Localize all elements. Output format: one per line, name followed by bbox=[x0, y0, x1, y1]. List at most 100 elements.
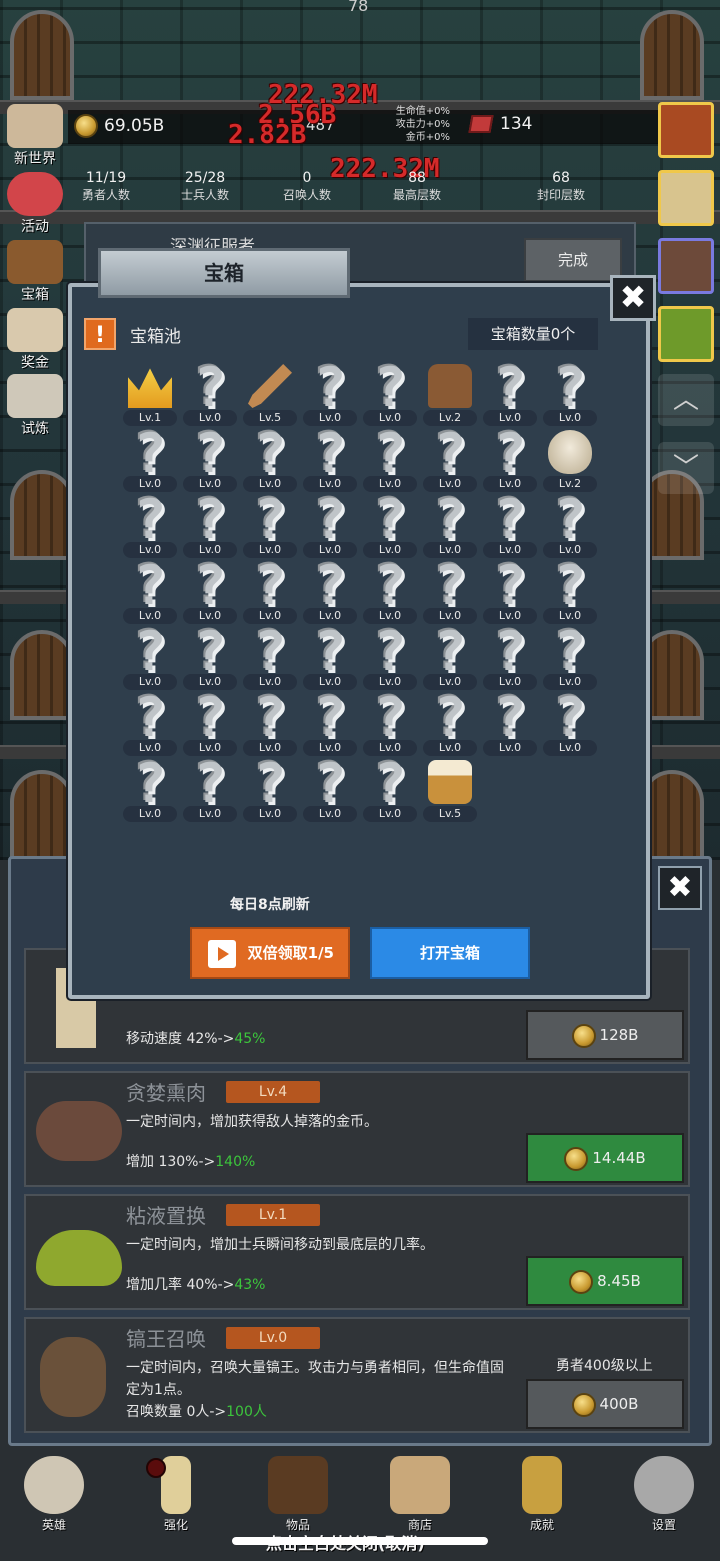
chest-item-unknown[interactable]: ? Lv.0 bbox=[240, 493, 300, 560]
side-menu-trial[interactable]: 试炼 bbox=[2, 374, 68, 438]
coin-icon bbox=[564, 1146, 589, 1171]
nav-achievements[interactable]: 成就 bbox=[502, 1456, 582, 1533]
chest-item-sword[interactable]: Lv.5 bbox=[240, 362, 300, 428]
chest-item-unknown[interactable]: ? Lv.0 bbox=[120, 559, 180, 626]
chest-item-unknown[interactable]: ? Lv.0 bbox=[300, 559, 360, 626]
chest-item-unknown[interactable]: ? Lv.0 bbox=[120, 686, 180, 758]
modal-close-button[interactable]: ✖ bbox=[610, 275, 656, 321]
beer-mug-icon bbox=[390, 1456, 450, 1514]
side-menu-bonus[interactable]: 奖金 bbox=[2, 308, 68, 372]
question-mark-icon: ? bbox=[133, 422, 167, 485]
chest-item-unknown[interactable]: ? Lv.0 bbox=[120, 757, 180, 824]
question-mark-icon: ? bbox=[133, 686, 167, 749]
chest-item-unknown[interactable]: ? Lv.0 bbox=[480, 427, 540, 494]
chest-item-unknown[interactable]: ? Lv.0 bbox=[300, 493, 360, 560]
damage-number: 2.82B bbox=[228, 120, 307, 150]
open-chest-button[interactable]: 打开宝箱 bbox=[370, 927, 530, 979]
chest-item-unknown[interactable]: ? Lv.0 bbox=[480, 691, 540, 758]
chest-item-crown[interactable]: Lv.1 bbox=[120, 362, 180, 428]
booster-meat-icon[interactable] bbox=[658, 238, 714, 294]
chest-item-unknown[interactable]: ? Lv.0 bbox=[480, 361, 540, 428]
chest-item-unknown[interactable]: ? Lv.0 bbox=[180, 361, 240, 428]
modal-title-tab: 宝箱 bbox=[98, 248, 350, 298]
item-level-label: Lv.0 bbox=[243, 806, 297, 822]
question-mark-icon: ? bbox=[373, 620, 407, 683]
dungeon-door bbox=[10, 10, 74, 100]
chest-item-unknown[interactable]: ? Lv.0 bbox=[120, 625, 180, 692]
booster-fruit-icon[interactable] bbox=[658, 102, 714, 158]
chest-item-unknown[interactable]: ? Lv.0 bbox=[420, 493, 480, 560]
upgrade-row: 镐王召唤 Lv.0 一定时间内，召唤大量镐王。攻击力与勇者相同，但生命值固定为1… bbox=[24, 1317, 690, 1433]
nav-heroes[interactable]: 英雄 bbox=[14, 1456, 94, 1533]
chest-item-unknown[interactable]: ? Lv.0 bbox=[360, 757, 420, 824]
chest-item-bowl[interactable]: Lv.2 bbox=[540, 428, 600, 494]
chest-item-unknown[interactable]: ? Lv.0 bbox=[180, 427, 240, 494]
side-menu-new-world[interactable]: 新世界 bbox=[2, 104, 68, 168]
chest-item-unknown[interactable]: ? Lv.0 bbox=[480, 625, 540, 692]
home-indicator[interactable] bbox=[232, 1537, 488, 1545]
chest-item-unknown[interactable]: ? Lv.0 bbox=[540, 361, 600, 428]
chest-item-unknown[interactable]: ? Lv.0 bbox=[300, 691, 360, 758]
crown-icon bbox=[128, 368, 172, 408]
chest-item-unknown[interactable]: ? Lv.0 bbox=[540, 488, 600, 560]
chest-item-unknown[interactable]: ? Lv.0 bbox=[180, 691, 240, 758]
chest-item-unknown[interactable]: ? Lv.0 bbox=[540, 559, 600, 626]
chest-item-unknown[interactable]: ? Lv.0 bbox=[180, 493, 240, 560]
upgrade-buy-button[interactable]: 8.45B bbox=[526, 1256, 684, 1306]
chest-item-unknown[interactable]: ? Lv.0 bbox=[480, 493, 540, 560]
chest-item-unknown[interactable]: ? Lv.0 bbox=[180, 752, 240, 824]
panel-close-button[interactable]: ✖ bbox=[658, 866, 702, 910]
chest-item-unknown[interactable]: ? Lv.0 bbox=[120, 422, 180, 494]
chest-item-unknown[interactable]: ? Lv.0 bbox=[480, 559, 540, 626]
chevron-down-icon[interactable]: ﹀ bbox=[658, 442, 714, 494]
quest-complete-button[interactable]: 完成 bbox=[524, 238, 622, 282]
chest-item-unknown[interactable]: ? Lv.0 bbox=[420, 625, 480, 692]
warning-icon[interactable]: ! bbox=[84, 318, 116, 350]
question-mark-icon: ? bbox=[373, 422, 407, 485]
chest-item-unknown[interactable]: ? Lv.0 bbox=[360, 361, 420, 428]
booster-slime-icon[interactable] bbox=[658, 306, 714, 362]
chest-item-unknown[interactable]: ? Lv.0 bbox=[420, 427, 480, 494]
question-mark-icon: ? bbox=[193, 752, 227, 815]
chest-item-unknown[interactable]: ? Lv.0 bbox=[180, 559, 240, 626]
nav-shop[interactable]: 商店 bbox=[380, 1456, 460, 1533]
chest-item-unknown[interactable]: ? Lv.0 bbox=[300, 757, 360, 824]
chest-item-armor[interactable]: Lv.2 bbox=[420, 362, 480, 428]
upgrade-description: 一定时间内，召唤大量镐王。攻击力与勇者相同，但生命值固定为1点。 bbox=[126, 1360, 504, 1398]
side-menu-events[interactable]: 活动 bbox=[2, 172, 68, 236]
chest-item-unknown[interactable]: ? Lv.0 bbox=[420, 691, 480, 758]
nav-items[interactable]: 物品 bbox=[258, 1456, 338, 1533]
chest-item-unknown[interactable]: ? Lv.0 bbox=[540, 625, 600, 692]
chest-item-unknown[interactable]: ? Lv.0 bbox=[120, 493, 180, 560]
double-claim-button[interactable]: 双倍领取1/5 bbox=[190, 927, 350, 979]
chest-item-unknown[interactable]: ? Lv.0 bbox=[300, 427, 360, 494]
chest-item-unknown[interactable]: ? Lv.0 bbox=[420, 559, 480, 626]
chest-item-unknown[interactable]: ? Lv.0 bbox=[240, 625, 300, 692]
chest-item-unknown[interactable]: ? Lv.0 bbox=[180, 625, 240, 692]
chest-item-unknown[interactable]: ? Lv.0 bbox=[360, 691, 420, 758]
nav-settings[interactable]: 设置 bbox=[624, 1456, 704, 1533]
upgrade-buy-button[interactable]: 14.44B bbox=[526, 1133, 684, 1183]
chest-item-beer[interactable]: Lv.5 bbox=[420, 758, 480, 824]
refresh-note: 每日8点刷新 bbox=[230, 897, 310, 913]
bowl-icon bbox=[548, 430, 592, 474]
chest-item-unknown[interactable]: ? Lv.0 bbox=[300, 625, 360, 692]
dungeon-door bbox=[640, 10, 704, 100]
upgrade-buy-button[interactable]: 128B bbox=[526, 1010, 684, 1060]
chest-item-unknown[interactable]: ? Lv.0 bbox=[240, 691, 300, 758]
chest-item-unknown[interactable]: ? Lv.0 bbox=[360, 620, 420, 692]
side-menu-chest[interactable]: 宝箱 bbox=[2, 240, 68, 304]
chest-item-unknown[interactable]: ? Lv.0 bbox=[360, 422, 420, 494]
chevron-up-icon[interactable]: ︿ bbox=[658, 374, 714, 426]
chest-item-unknown[interactable]: ? Lv.0 bbox=[240, 427, 300, 494]
chest-item-unknown[interactable]: ? Lv.0 bbox=[360, 493, 420, 560]
chest-item-unknown[interactable]: ? Lv.0 bbox=[360, 559, 420, 626]
booster-candle-icon[interactable] bbox=[658, 170, 714, 226]
chest-item-unknown[interactable]: ? Lv.0 bbox=[240, 559, 300, 626]
chest-pool-title: 宝箱池 bbox=[130, 327, 181, 347]
chest-item-unknown[interactable]: ? Lv.0 bbox=[240, 757, 300, 824]
question-mark-icon: ? bbox=[553, 488, 587, 551]
chest-item-unknown[interactable]: ? Lv.0 bbox=[300, 361, 360, 428]
upgrade-buy-button[interactable]: 400B bbox=[526, 1379, 684, 1429]
chest-item-unknown[interactable]: ? Lv.0 bbox=[540, 691, 600, 758]
